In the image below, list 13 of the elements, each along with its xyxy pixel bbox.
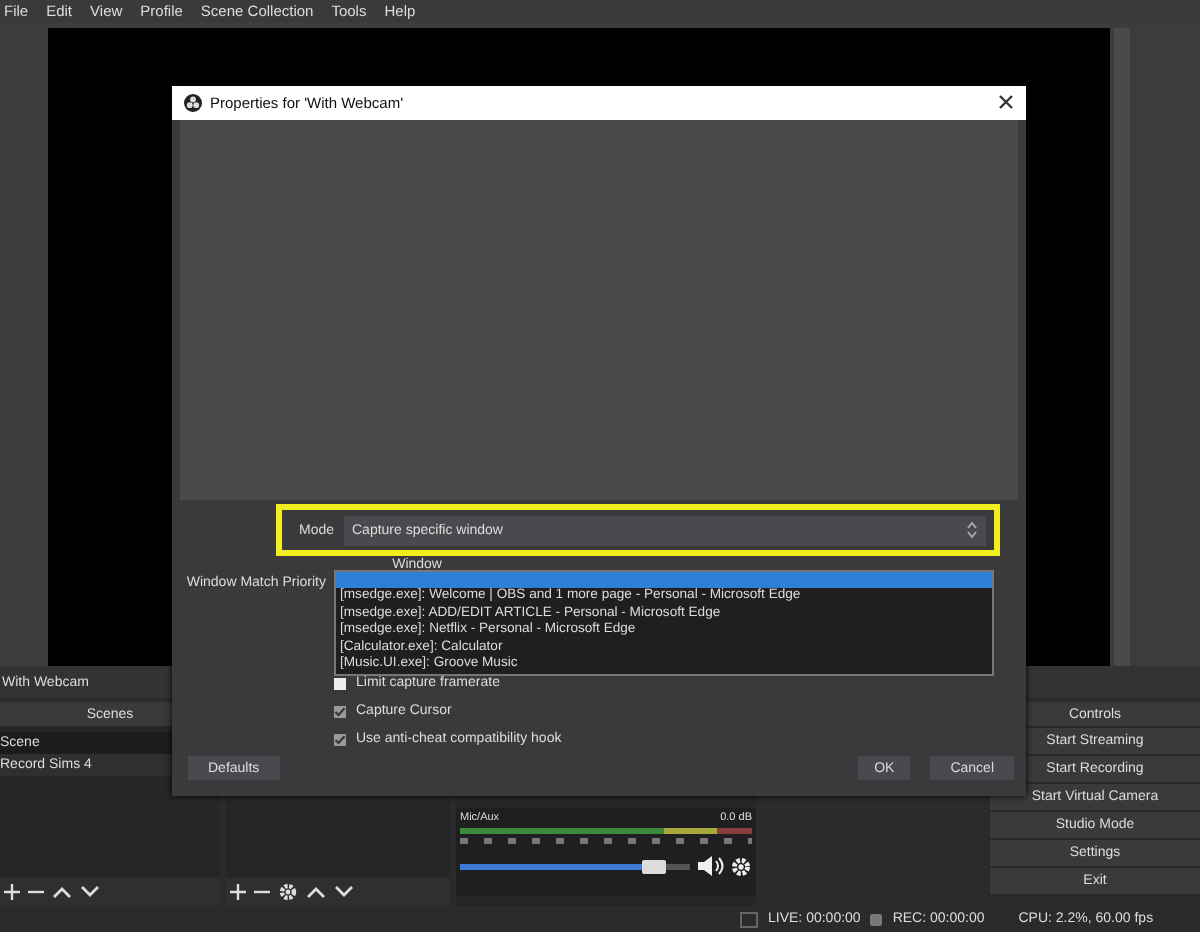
close-icon[interactable] bbox=[998, 94, 1014, 111]
checkbox[interactable] bbox=[334, 705, 346, 718]
add-icon[interactable] bbox=[4, 884, 20, 900]
speaker-icon[interactable] bbox=[696, 854, 724, 878]
checkbox[interactable] bbox=[334, 733, 346, 746]
app-logo-icon bbox=[184, 93, 202, 112]
highlighted-row[interactable] bbox=[336, 572, 992, 589]
gear-icon[interactable] bbox=[278, 882, 298, 902]
gear-icon[interactable] bbox=[730, 855, 752, 877]
spinner-arrows-icon bbox=[966, 520, 978, 541]
add-icon[interactable] bbox=[230, 884, 246, 900]
checkbox[interactable] bbox=[334, 677, 346, 690]
slider-thumb[interactable] bbox=[641, 859, 666, 873]
